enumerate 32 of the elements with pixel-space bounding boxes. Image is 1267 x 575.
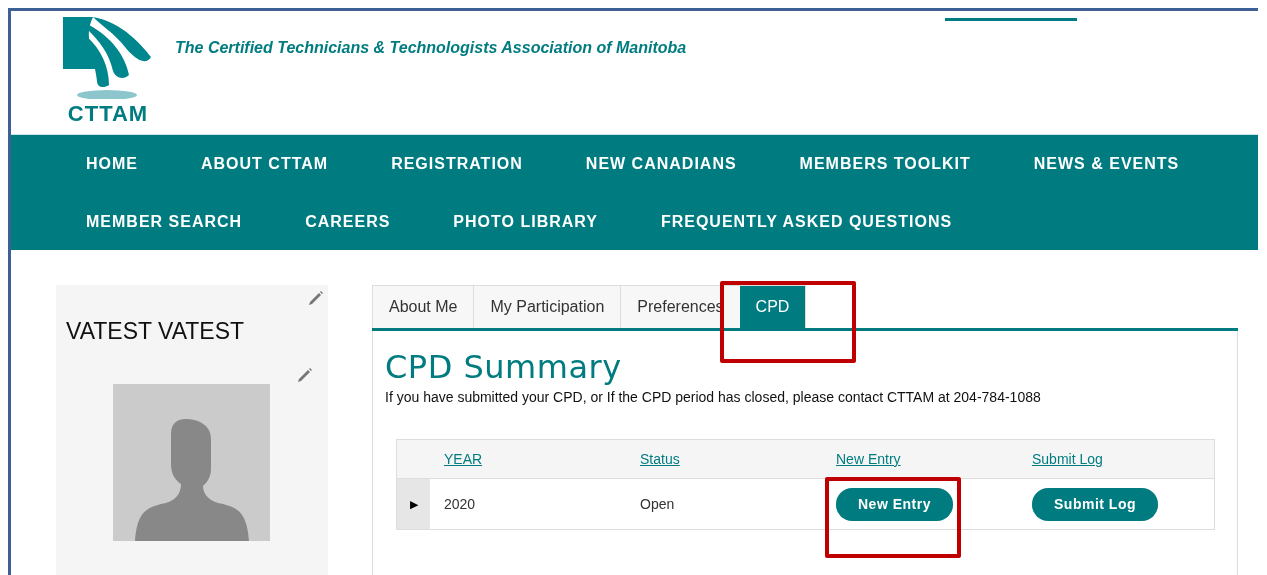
- tab[interactable]: My Participation: [473, 285, 622, 328]
- row-expander[interactable]: ▶: [396, 478, 430, 530]
- contact-note: If you have submitted your CPD, or If the CPD period has closed, please contact CTTAM at 204-784-1088: [385, 389, 1042, 405]
- tab[interactable]: Preferences: [620, 285, 741, 328]
- nav-link[interactable]: REGISTRATION: [391, 153, 523, 174]
- edit-icon[interactable]: [297, 367, 313, 383]
- nav-link[interactable]: MEMBERS TOOLKIT: [799, 153, 971, 174]
- tab[interactable]: CPD: [739, 285, 807, 328]
- column-header[interactable]: YEAR: [444, 451, 483, 467]
- section-title: CPD Summary: [385, 349, 623, 385]
- nav-link[interactable]: ABOUT CTTAM: [201, 153, 329, 174]
- column-header[interactable]: New Entry: [836, 451, 901, 467]
- nav-link[interactable]: CAREERS: [305, 211, 391, 232]
- nav-link[interactable]: FREQUENTLY ASKED QUESTIONS: [660, 211, 953, 232]
- nav-link[interactable]: NEW CANADIANS: [585, 153, 737, 174]
- column-header[interactable]: Submit Log: [1032, 451, 1103, 467]
- column-header[interactable]: Status: [640, 451, 680, 467]
- nav-link[interactable]: HOME: [86, 153, 138, 174]
- nav-link[interactable]: MEMBER SEARCH: [86, 211, 243, 232]
- logo-icon: [63, 17, 153, 99]
- tagline: The Certified Technicians & Technologists Association of Manitoba: [175, 39, 687, 57]
- edit-icon[interactable]: [308, 290, 324, 306]
- logo-text: CTTAM: [67, 101, 149, 127]
- avatar-silhouette-icon: [113, 384, 270, 541]
- submit-log-button[interactable]: Submit Log: [1032, 487, 1158, 521]
- profile-name: VATEST VATEST: [66, 318, 245, 345]
- new-entry-button[interactable]: New Entry: [836, 487, 953, 521]
- nav-link[interactable]: NEWS & EVENTS: [1033, 153, 1180, 174]
- nav-link[interactable]: PHOTO LIBRARY: [453, 211, 598, 232]
- tab[interactable]: About Me: [372, 285, 475, 328]
- table-cell: 2020: [430, 478, 626, 530]
- table-cell: Open: [626, 478, 822, 530]
